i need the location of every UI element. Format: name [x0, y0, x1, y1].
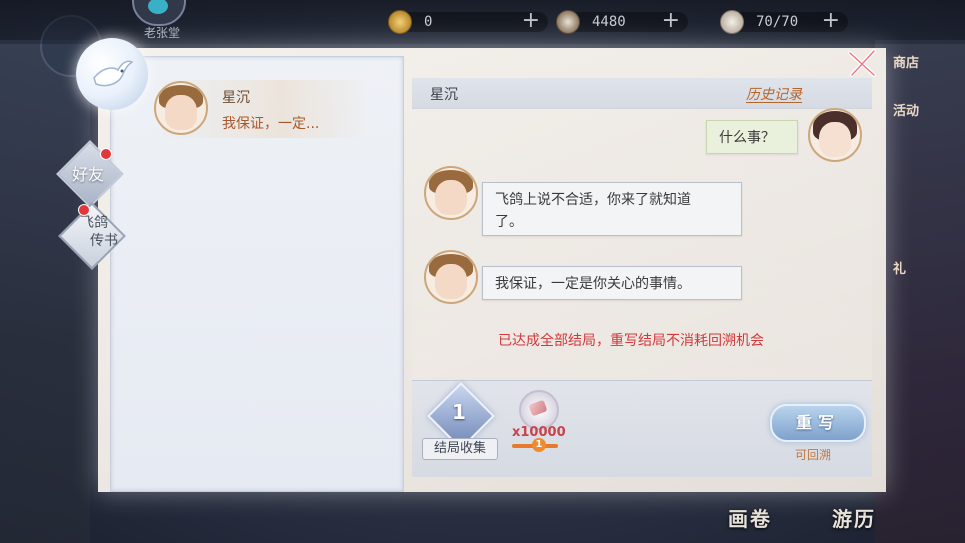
tab-friends-label: 好友 [71, 165, 104, 184]
sender-avatar[interactable] [424, 250, 478, 304]
conversation-header: 星沉 历史记录 [412, 78, 872, 109]
message-bubble-incoming: 飞鸽上说不合适，你来了就知道 了。 [482, 182, 742, 236]
stamina-resource: 70/70 + [720, 8, 848, 36]
player-label: 老张堂 [144, 26, 181, 40]
silver-coin-icon [556, 10, 580, 34]
tab-pigeon-mail-label-1: 飞鸽 [80, 215, 108, 231]
gold-resource: 0 + [388, 8, 548, 36]
message-text-line-2: 了。 [495, 214, 523, 230]
silver-add-button[interactable]: + [662, 9, 680, 33]
stamina-value: 70/70 [756, 14, 799, 30]
tab-pigeon-mail[interactable]: 飞鸽 传书 [58, 202, 126, 270]
tab-friends[interactable]: 好友 [56, 140, 124, 208]
ending-count: 1 [452, 400, 466, 424]
history-link[interactable]: 历史记录 [746, 84, 802, 104]
gold-add-button[interactable]: + [522, 9, 540, 33]
silver-value: 4480 [592, 14, 626, 30]
pet-icon [148, 0, 168, 14]
cost-badge: 1 [532, 438, 546, 452]
rewrite-button[interactable]: 重写 [770, 404, 866, 442]
conversation-title: 星沉 [430, 87, 458, 103]
ending-collection-button[interactable]: 1 结局收集 [418, 382, 500, 460]
rewrite-item-icon [519, 390, 559, 430]
scroll-nav-label[interactable]: 画卷 [728, 503, 772, 532]
stamina-icon [720, 10, 744, 34]
silver-resource: 4480 + [556, 8, 688, 36]
message-text-line-1: 飞鸽上说不合适，你来了就知道 [495, 192, 691, 208]
sender-avatar[interactable] [424, 166, 478, 220]
message-bubble-incoming: 我保证，一定是你关心的事情。 [482, 266, 742, 300]
background-right-building [875, 40, 965, 543]
chat-list-item[interactable]: 星沉 我保证，一定... [150, 80, 372, 138]
message-text: 什么事？ [719, 130, 775, 146]
event-label[interactable]: 活动 [893, 100, 919, 119]
contact-name: 星沉 [222, 90, 250, 106]
shop-label[interactable]: 商店 [893, 52, 919, 71]
gold-coin-icon [388, 10, 412, 34]
gold-value: 0 [424, 14, 433, 30]
travel-nav-label[interactable]: 游历 [832, 503, 876, 532]
system-notice: 已达成全部结局，重写结局不消耗回溯机会 [498, 333, 764, 349]
rewrite-hint: 可回溯 [795, 448, 832, 462]
dove-icon [93, 60, 134, 87]
last-message-preview: 我保证，一定... [222, 116, 320, 132]
notification-badge [100, 148, 112, 160]
background-left-building [0, 40, 90, 543]
moon-emblem [76, 38, 148, 110]
message-text: 我保证，一定是你关心的事情。 [495, 276, 691, 292]
message-bubble-outgoing: 什么事？ [706, 120, 798, 154]
tab-pigeon-mail-label-2: 传书 [90, 233, 118, 249]
rewrite-cost: x10000 1 [512, 388, 572, 458]
close-button[interactable] [842, 43, 882, 83]
notification-badge [78, 204, 90, 216]
contact-avatar [154, 81, 208, 135]
ending-collection-label: 结局收集 [422, 438, 498, 460]
stamina-add-button[interactable]: + [822, 9, 840, 33]
gift-label[interactable]: 礼 [893, 258, 906, 277]
my-avatar[interactable] [808, 108, 862, 162]
close-icon [848, 49, 876, 77]
